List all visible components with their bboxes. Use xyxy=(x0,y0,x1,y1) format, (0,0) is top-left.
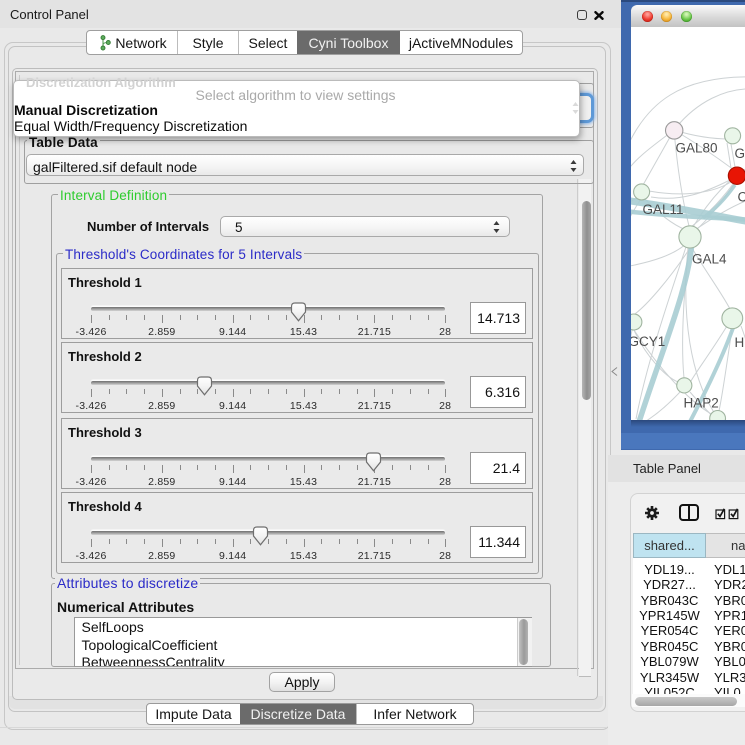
svg-text:GAL80: GAL80 xyxy=(676,141,718,156)
svg-text:GA: GA xyxy=(735,146,745,161)
svg-text:GAL11: GAL11 xyxy=(643,202,684,217)
svg-text:C: C xyxy=(738,190,745,205)
svg-text:HAP2: HAP2 xyxy=(684,396,719,411)
svg-text:H: H xyxy=(735,335,745,350)
svg-text:GCY1: GCY1 xyxy=(631,334,665,349)
svg-text:GAL4: GAL4 xyxy=(692,252,727,267)
